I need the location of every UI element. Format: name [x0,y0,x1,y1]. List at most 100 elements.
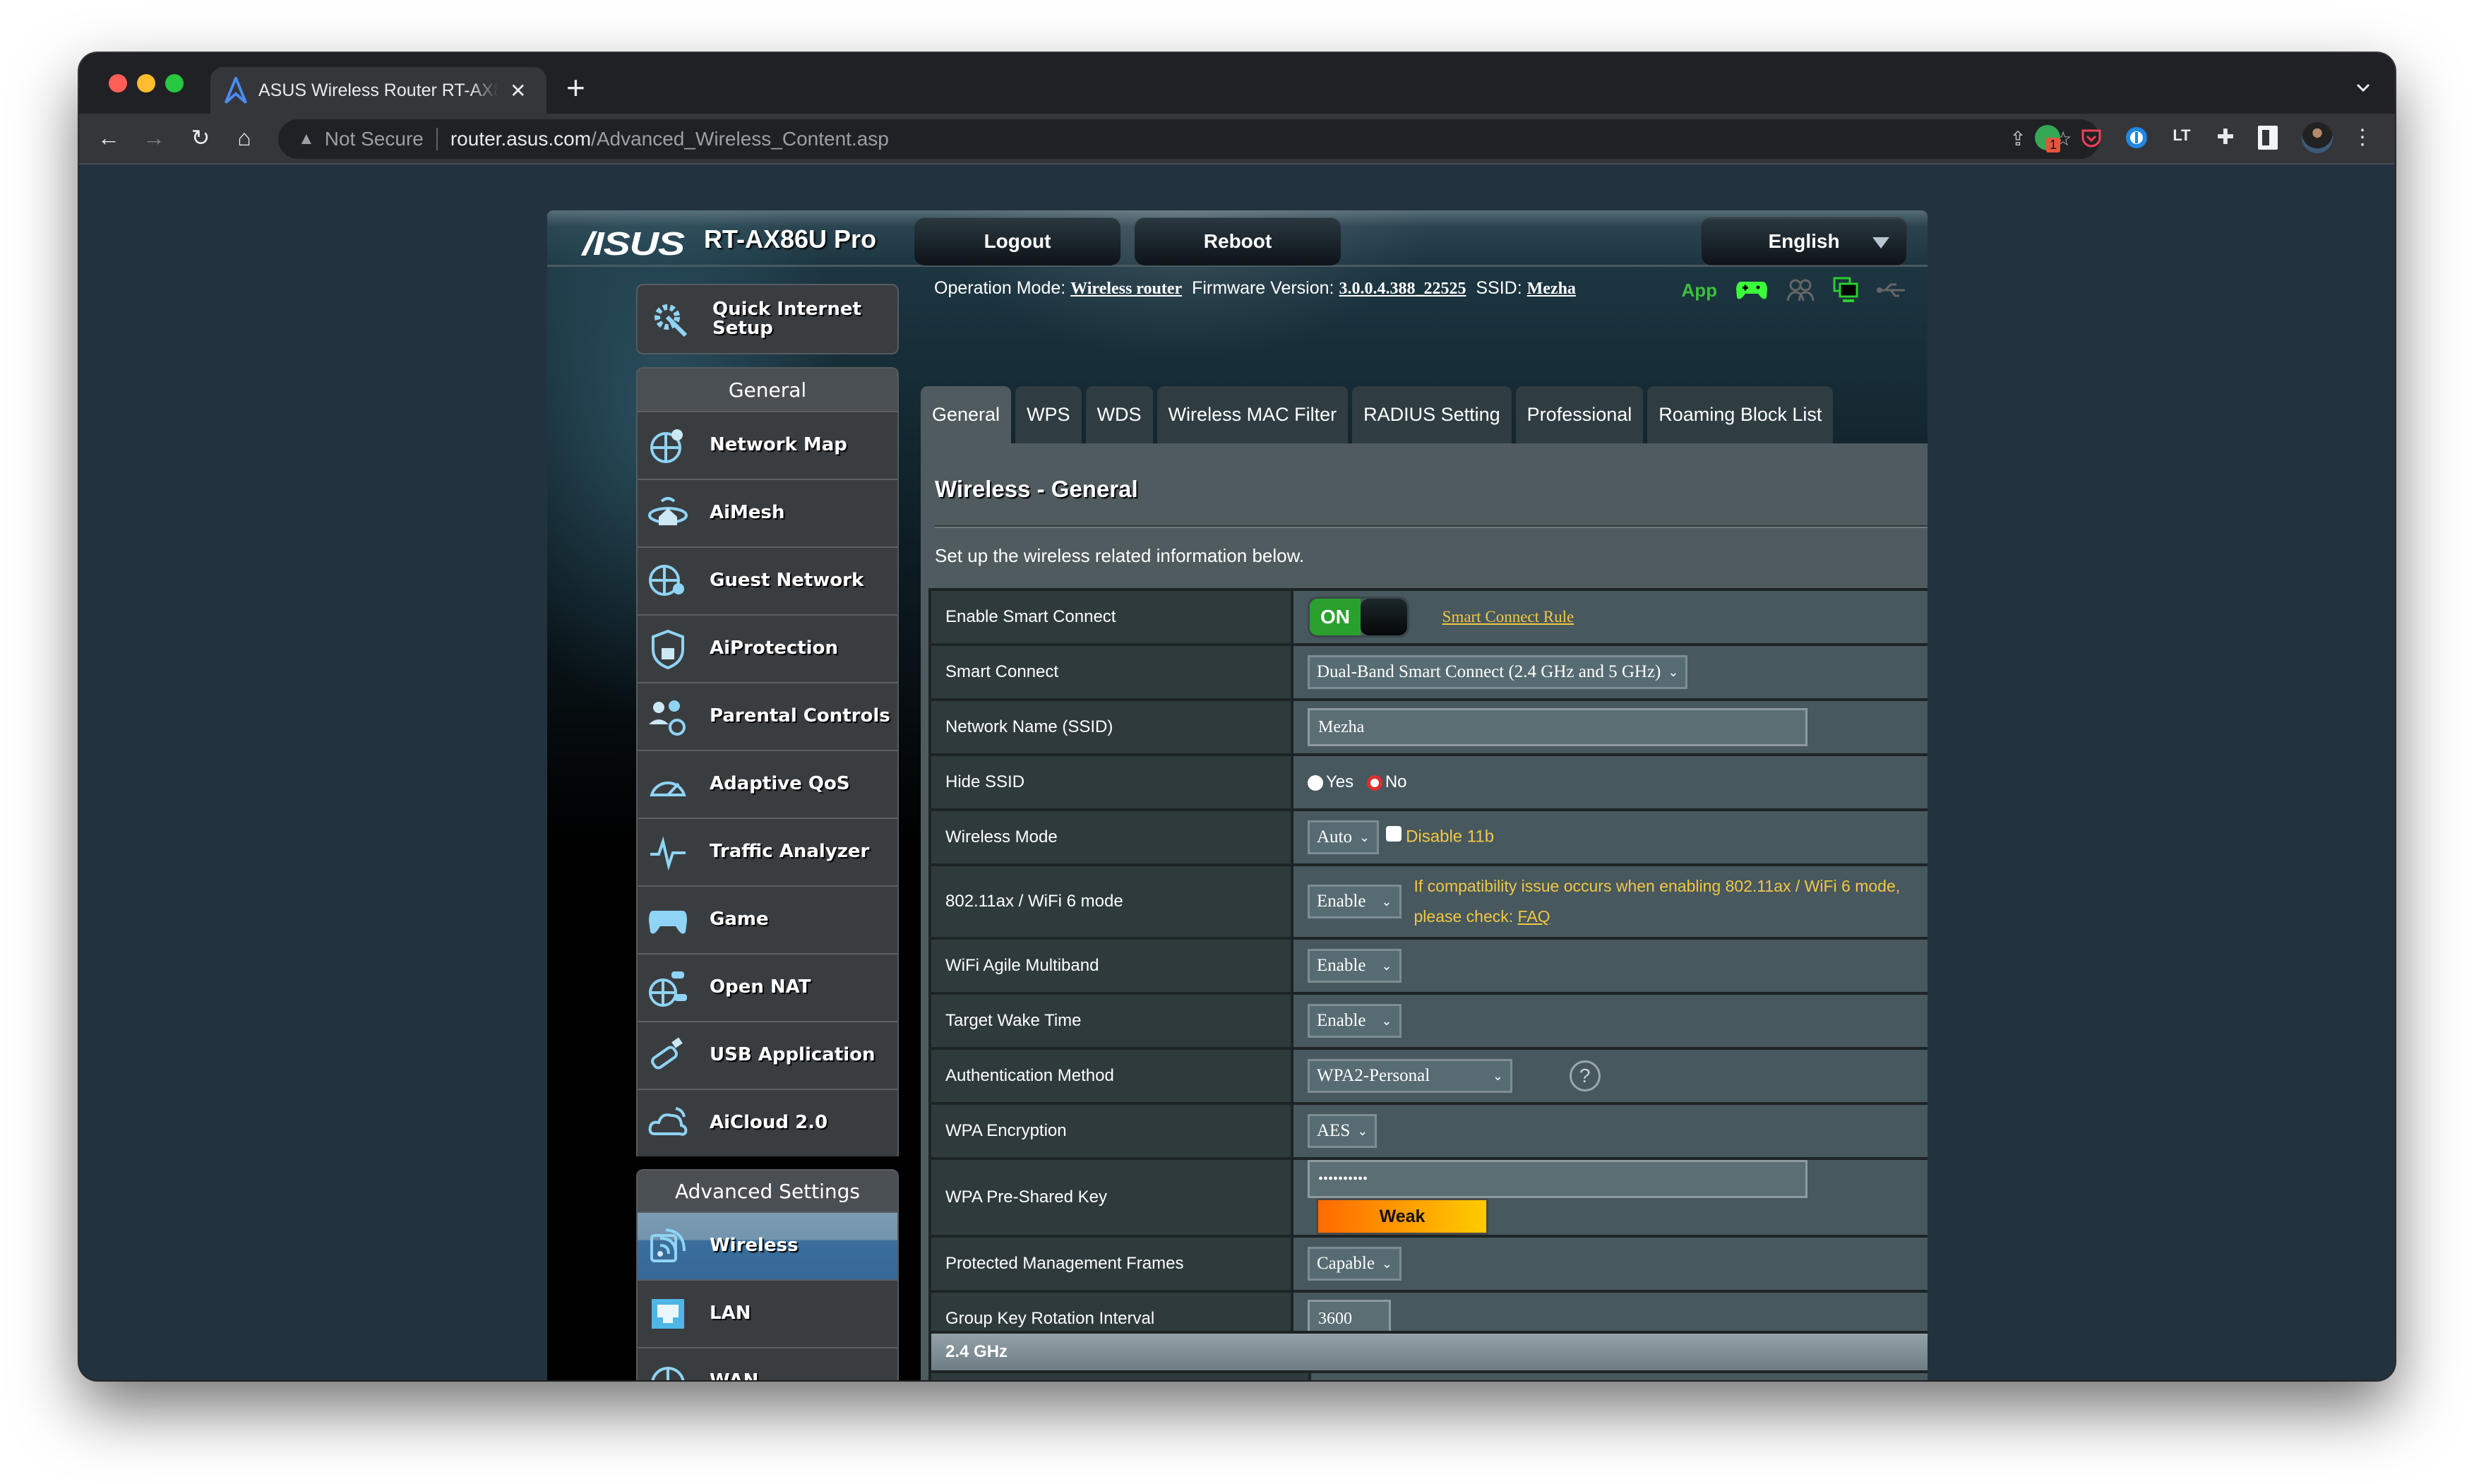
row-ssid: Network Name (SSID) Mezha [928,698,1928,756]
chevron-down-icon: ⌄ [1492,1068,1503,1084]
smart-connect-select[interactable]: Dual-Band Smart Connect (2.4 GHz and 5 G… [1308,655,1688,689]
row-target-wake-time: Target Wake Time Enable ⌄ [928,992,1928,1050]
extensions-puzzle-icon[interactable]: ✚ [2213,125,2238,150]
sidebar-group-general: General Network Map AiMesh Guest Network Ai… [636,367,899,1156]
chevron-down-icon: ⌄ [1668,664,1679,680]
sidebar-item-lan[interactable]: LAN [638,1279,897,1347]
op-mode-link[interactable]: Wireless router [1070,280,1182,298]
sidebar-item-network-map[interactable]: Network Map [638,411,897,479]
sidebar-item-aiprotection[interactable]: AiProtection [638,614,897,682]
sidebar-item-traffic-analyzer[interactable]: Traffic Analyzer [638,818,897,885]
zoom-window-button[interactable] [165,74,184,92]
chevron-down-icon: ⌄ [1381,1256,1393,1271]
tab-radius-setting[interactable]: RADIUS Setting [1352,386,1512,443]
sidebar-item-quick-internet-setup[interactable]: Quick Internet Setup [636,284,899,354]
minimize-window-button[interactable] [137,74,155,92]
new-tab-button[interactable]: + [566,68,585,107]
row-enable-smart-connect: Enable Smart Connect ON Smart Connect Ru… [928,588,1928,646]
field-label: WiFi Agile Multiband [928,937,1293,995]
help-question-icon[interactable]: ? [1569,1060,1601,1091]
wireless-settings-table: Enable Smart Connect ON Smart Connect Ru… [928,588,1928,1348]
target-wake-time-select[interactable]: Enable ⌄ [1308,1004,1402,1038]
ax-mode-select[interactable]: Enable ⌄ [1308,885,1402,918]
close-tab-icon[interactable]: ✕ [510,79,526,102]
sidebar-item-adaptive-qos[interactable]: Adaptive QoS [638,750,897,818]
sidebar-item-label: Network Map [710,434,847,456]
select-value: WPA2-Personal [1317,1066,1430,1085]
home-button[interactable]: ⌂ [230,124,258,152]
sidebar-item-wireless[interactable]: Wireless [638,1211,897,1279]
devices-status-icon[interactable] [1833,277,1858,304]
toggle-knob [1361,599,1407,635]
sidebar-item-open-nat[interactable]: Open NAT [638,953,897,1021]
tab-wds[interactable]: WDS [1085,386,1153,443]
chevron-down-icon: ⌄ [1381,1013,1392,1029]
psk-input[interactable]: •••••••••• [1308,1160,1807,1198]
sidebar-item-label: WAN [710,1372,758,1380]
sidebar-item-usb-application[interactable]: USB Application [638,1021,897,1089]
auth-method-select[interactable]: WPA2-Personal ⌄ [1308,1059,1512,1093]
reboot-button[interactable]: Reboot [1135,217,1341,265]
logout-button[interactable]: Logout [914,217,1121,265]
tab-roaming-block-list[interactable]: Roaming Block List [1647,386,1834,443]
languagetool-icon[interactable]: LT [2169,125,2194,150]
users-status-icon[interactable] [1786,278,1815,302]
side-panel-icon[interactable] [2258,126,2278,150]
wireless-mode-select[interactable]: Auto ⌄ [1308,820,1380,854]
router-ui: /ISUS RT-AX86U Pro Logout Reboot English… [547,210,1928,1380]
sidebar-group-advanced: Advanced Settings Wireless LAN WAN [636,1169,899,1380]
extension-green-icon[interactable]: 1 [2035,125,2061,152]
field-label: WPA Pre-Shared Key [928,1157,1293,1238]
sidebar-item-label: Traffic Analyzer [710,841,870,863]
smart-connect-toggle[interactable]: ON [1308,597,1409,638]
lan-port-icon [652,1299,684,1329]
hide-ssid-no-radio[interactable] [1366,774,1382,791]
tab-wireless-mac-filter[interactable]: Wireless MAC Filter [1157,386,1349,443]
ssid-input[interactable]: Mezha [1308,708,1807,746]
disable-11b-checkbox[interactable] [1386,826,1402,842]
tab-general[interactable]: General [921,386,1012,443]
gamepad-status-icon[interactable] [1735,279,1768,301]
mesh-home-icon [648,497,688,525]
status-icons: App [1681,277,1906,304]
tab-professional[interactable]: Professional [1515,386,1644,443]
browser-tab[interactable]: ASUS Wireless Router RT-AX86U Pro ✕ [210,67,546,114]
sidebar-item-aicloud-2-0[interactable]: AiCloud 2.0 [638,1089,897,1156]
url-host: router.asus.com [450,128,592,150]
smart-connect-rule-link[interactable]: Smart Connect Rule [1442,608,1574,626]
ssid-link[interactable]: Mezha [1527,280,1576,298]
reload-button[interactable]: ↻ [186,124,215,152]
field-label: Hide SSID [928,753,1293,811]
pmf-select[interactable]: Capable ⌄ [1308,1247,1402,1281]
language-select[interactable]: English [1701,217,1907,265]
pocket-icon[interactable] [2079,125,2104,150]
agile-multiband-select[interactable]: Enable ⌄ [1308,949,1402,983]
address-bar[interactable]: ▲ Not Secure router.asus.com /Advanced_W… [278,119,2100,159]
close-window-button[interactable] [109,74,127,92]
app-link[interactable]: App [1681,280,1717,301]
tab-search-chevron-icon[interactable] [2355,80,2371,95]
sidebar-item-guest-network[interactable]: Guest Network [638,546,897,614]
wpa-encryption-select[interactable]: AES ⌄ [1308,1114,1378,1148]
sidebar-item-game[interactable]: Game [638,885,897,953]
tab-wps[interactable]: WPS [1015,386,1082,443]
cloud-icon [648,1107,688,1136]
usb-status-icon[interactable] [1877,282,1906,299]
profile-avatar[interactable] [2302,122,2333,153]
browser-menu-icon[interactable]: ⋮ [2348,124,2377,152]
sidebar-item-wan[interactable]: WAN [638,1347,897,1380]
ssid-label: SSID: [1476,278,1522,298]
hide-ssid-yes-radio[interactable] [1308,774,1323,791]
faq-link[interactable]: FAQ [1518,907,1550,926]
wifi-icon [650,1228,686,1262]
sidebar-item-label: Wireless [710,1235,799,1257]
password-manager-icon[interactable] [2124,125,2149,150]
band-heading-2g: 2.4 GHz [928,1331,1928,1373]
firmware-link[interactable]: 3.0.0.4.388_22525 [1339,280,1466,298]
share-icon[interactable]: ⇪ [2007,128,2029,150]
back-button[interactable]: ← [95,124,123,152]
sidebar-item-parental-controls[interactable]: Parental Controls [638,682,897,750]
forward-button[interactable]: → [140,124,168,152]
sidebar-item-aimesh[interactable]: AiMesh [638,479,897,546]
dropdown-triangle-icon [1872,237,1889,249]
